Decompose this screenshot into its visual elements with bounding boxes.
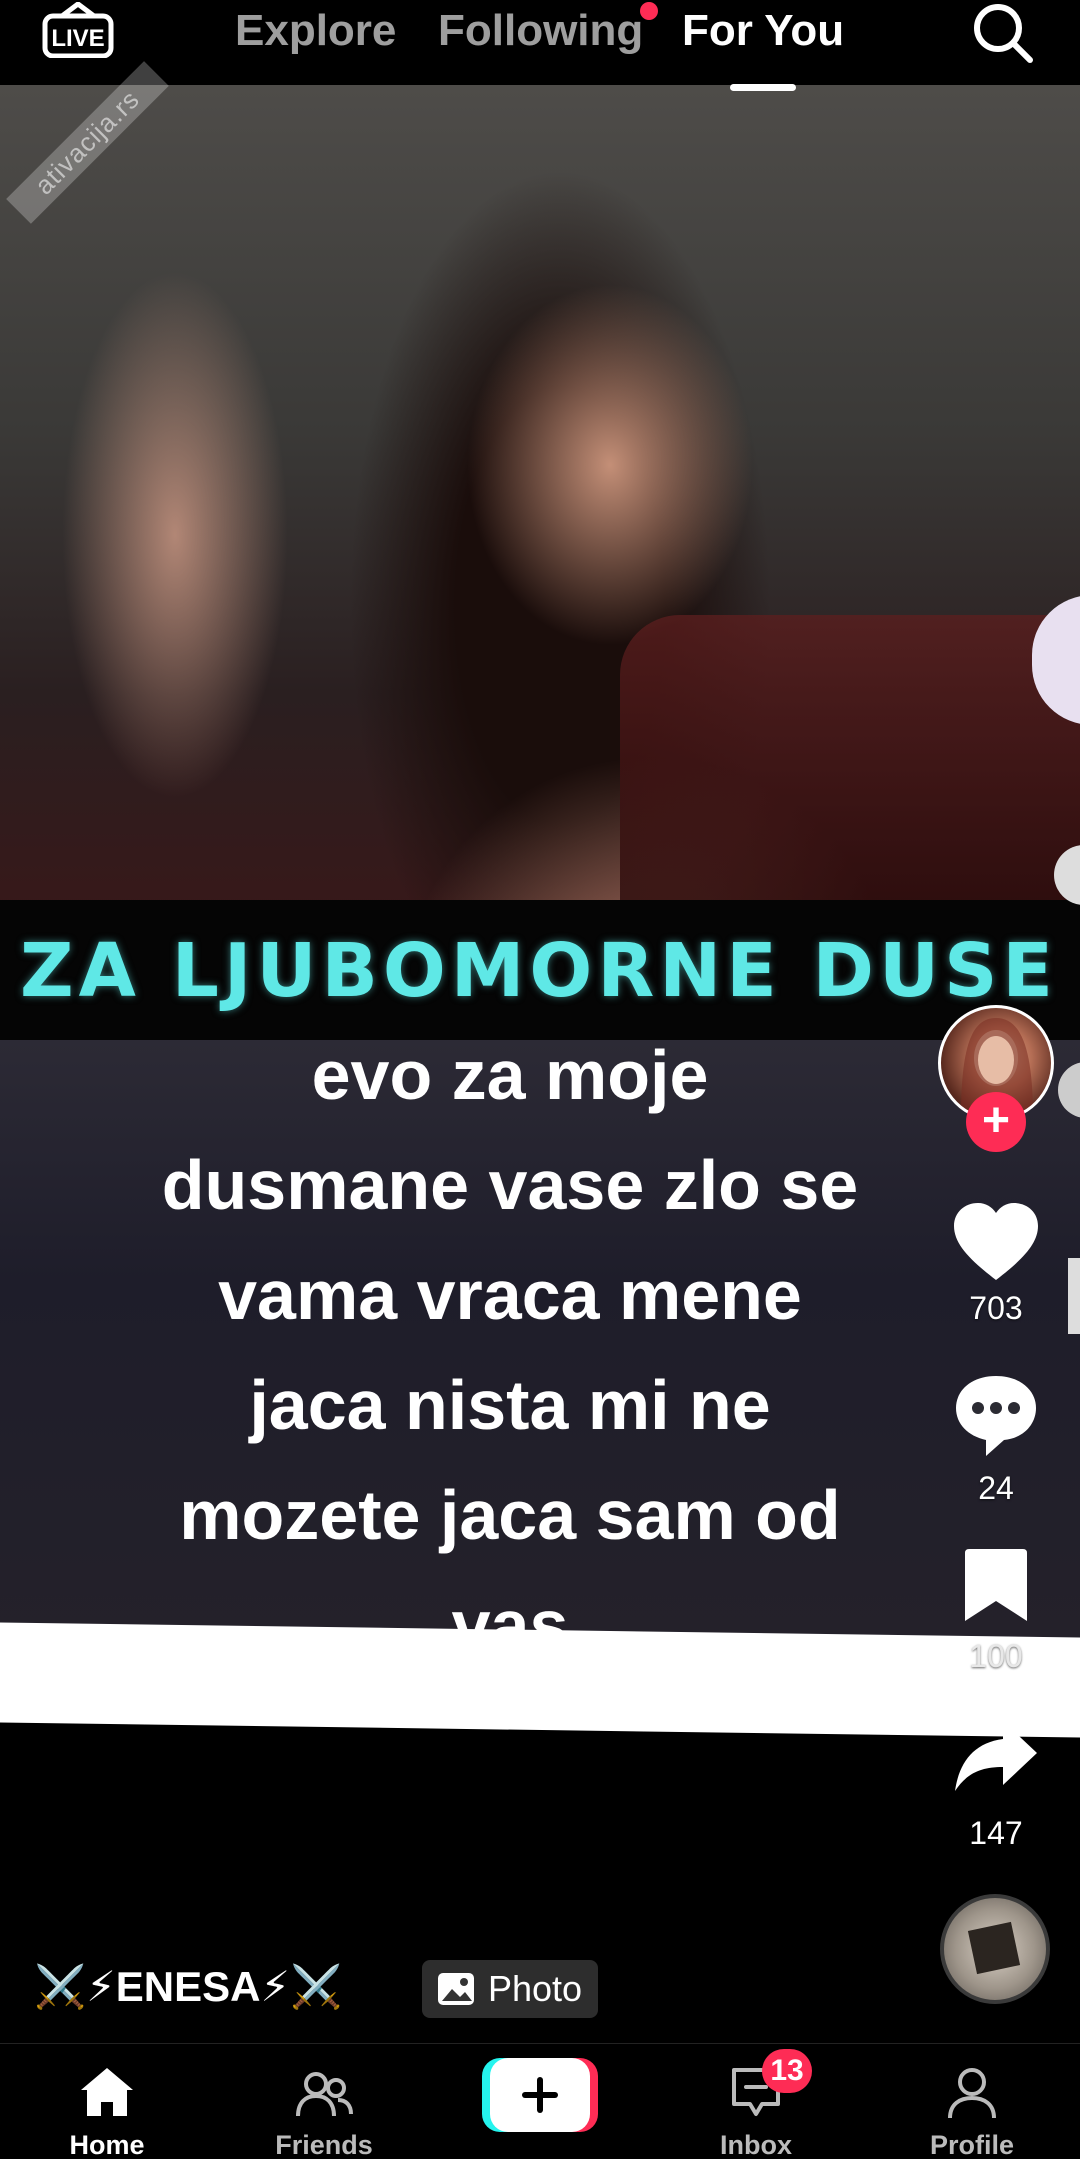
live-label: LIVE	[51, 25, 104, 52]
comment-icon	[956, 1376, 1036, 1456]
home-icon	[81, 2068, 133, 2116]
tiktok-feed-screen: ativacija.rs ZA LJUBOMORNE DUSE evo za m…	[0, 0, 1080, 2159]
profile-icon	[948, 2068, 996, 2119]
photo-background-sofa	[620, 615, 1080, 915]
photo-tag-label: Photo	[488, 1968, 583, 2009]
sound-thumbnail	[967, 1921, 1021, 1975]
comment-count: 24	[978, 1470, 1014, 1506]
author-name[interactable]: ⚔️⚡ENESA⚡⚔️	[34, 1962, 342, 2012]
active-tab-indicator	[730, 84, 796, 91]
caption-line: vama vraca mene	[218, 1256, 802, 1334]
photo-banner-text: ZA LJUBOMORNE DUSE	[20, 928, 1058, 1014]
nav-home-label: Home	[69, 2130, 145, 2159]
caption-line: mozete jaca sam od	[179, 1476, 841, 1554]
share-arrow-icon	[955, 1721, 1037, 1791]
nav-inbox[interactable]: Inbox	[656, 2044, 856, 2159]
following-notification-dot	[640, 2, 658, 20]
search-icon[interactable]	[970, 0, 1034, 64]
save-count: 100	[969, 1638, 1023, 1674]
follow-plus-button[interactable]: +	[966, 1092, 1026, 1152]
image-icon	[438, 1973, 474, 2005]
like-button[interactable]	[946, 1200, 1046, 1290]
create-button[interactable]	[482, 2058, 598, 2132]
post-caption: evo za moje dusmane vase zlo se vama vra…	[90, 1020, 930, 1680]
caption-line: evo za moje	[311, 1036, 709, 1114]
nav-home[interactable]: Home	[7, 2044, 207, 2159]
caption-line: jaca nista mi ne	[249, 1366, 771, 1444]
tab-explore[interactable]: Explore	[235, 6, 396, 56]
nav-profile[interactable]: Profile	[872, 2044, 1072, 2159]
friends-icon	[296, 2072, 353, 2117]
caption-line: dusmane vase zlo se	[161, 1146, 859, 1224]
like-count: 703	[969, 1290, 1023, 1326]
nav-friends[interactable]: Friends	[224, 2044, 424, 2159]
next-slide-save-peek	[1068, 1258, 1080, 1334]
inbox-badge: 13	[762, 2049, 812, 2093]
heart-icon	[954, 1203, 1038, 1280]
tab-for-you[interactable]: For You	[682, 6, 844, 56]
share-count: 147	[969, 1815, 1023, 1851]
bookmark-icon	[965, 1549, 1027, 1621]
photo-white-strip	[0, 1622, 1080, 1738]
top-navigation: LIVE Explore Following For You	[0, 0, 1080, 95]
sound-disc[interactable]	[940, 1894, 1050, 2004]
nav-friends-label: Friends	[275, 2130, 373, 2159]
tab-following[interactable]: Following	[438, 6, 643, 56]
comment-button[interactable]	[946, 1370, 1046, 1460]
photo-tag[interactable]: Photo	[422, 1960, 599, 2018]
nav-inbox-label: Inbox	[720, 2130, 792, 2159]
nav-profile-label: Profile	[929, 2130, 1015, 2159]
share-button[interactable]	[946, 1715, 1046, 1805]
live-icon[interactable]: LIVE	[42, 2, 114, 58]
save-button[interactable]	[946, 1545, 1046, 1635]
